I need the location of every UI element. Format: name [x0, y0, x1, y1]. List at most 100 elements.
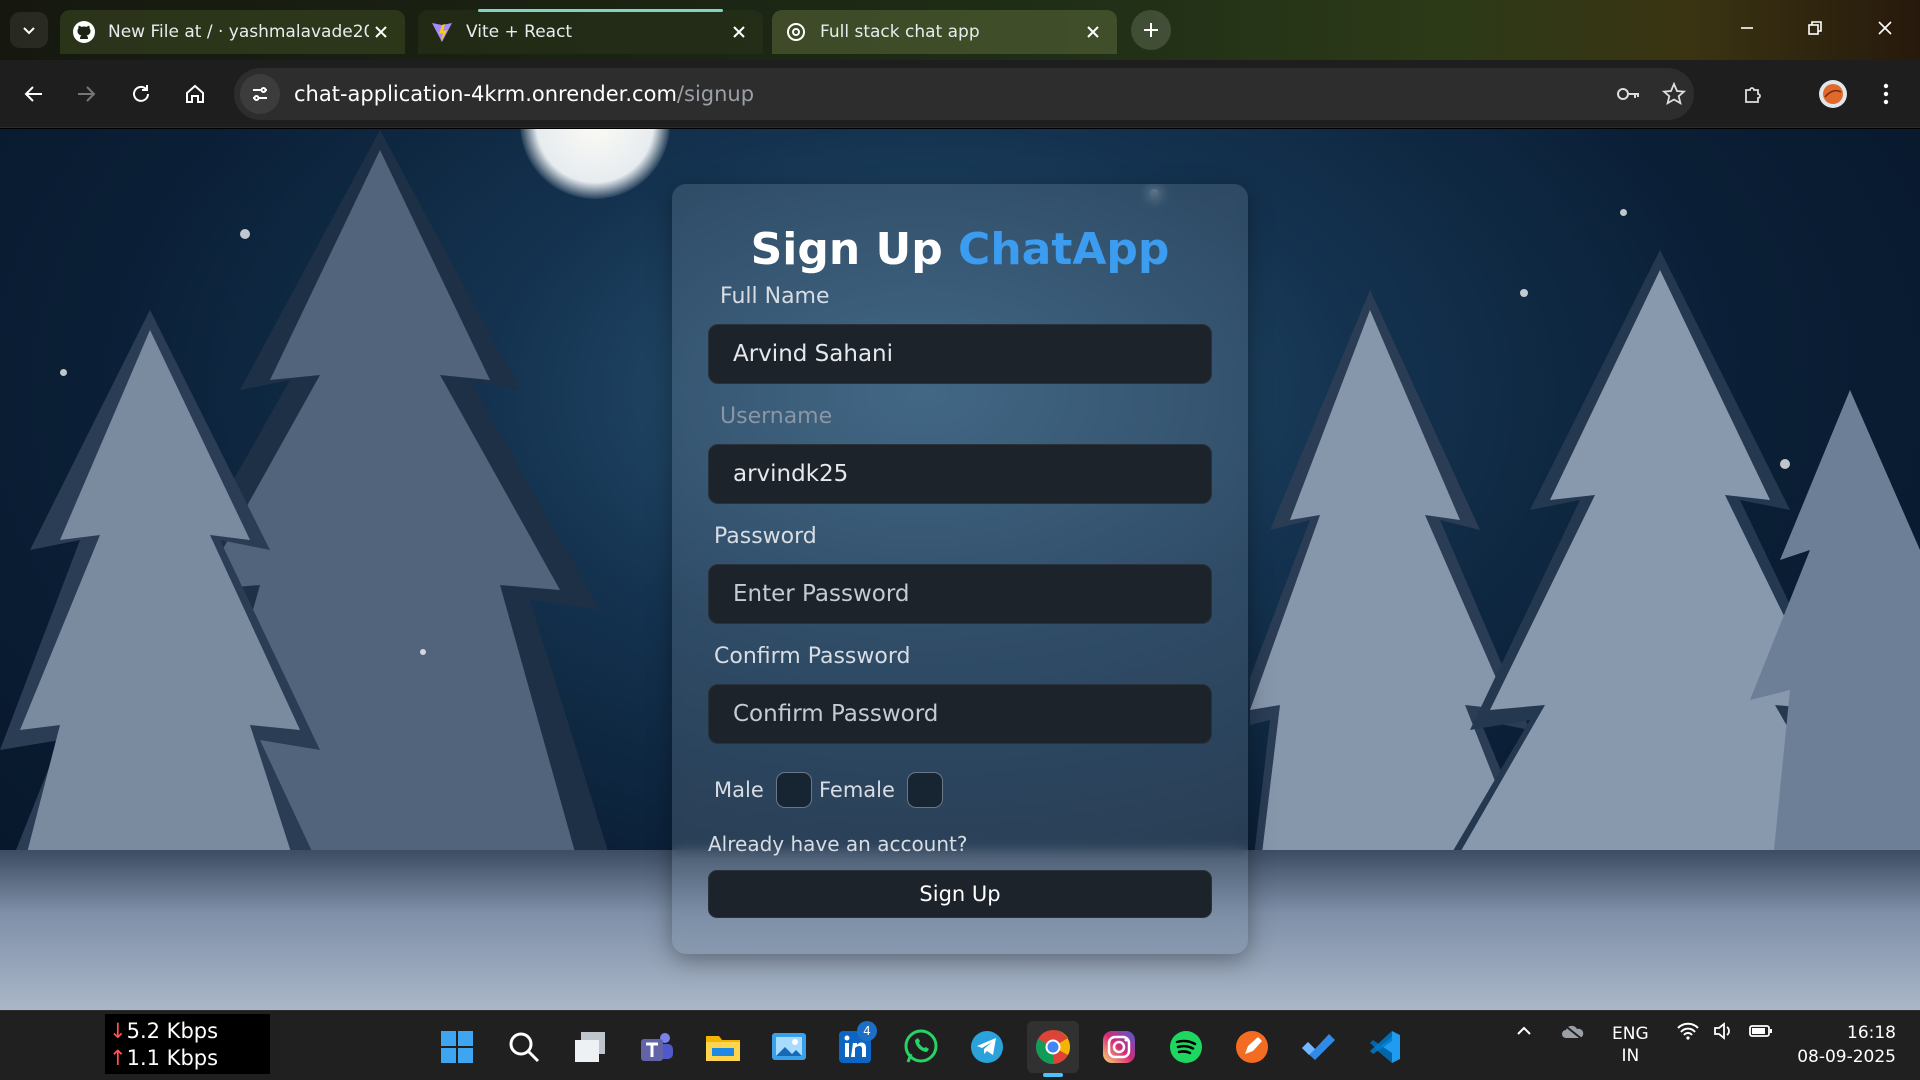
snowflake — [240, 229, 250, 239]
gender-male-option[interactable]: Male — [714, 772, 812, 808]
linkedin-button[interactable]: 4 — [829, 1021, 881, 1073]
onedrive-button[interactable] — [1560, 1021, 1586, 1048]
cloud-off-icon — [1562, 1023, 1584, 1041]
site-info-button[interactable] — [240, 74, 280, 114]
notification-badge: 4 — [857, 1021, 877, 1041]
page-title: Sign Up ChatApp — [672, 224, 1248, 275]
url-host: chat-application-4krm.onrender.com — [294, 82, 677, 106]
url-text: chat-application-4krm.onrender.com/signu… — [294, 82, 754, 106]
restore-button[interactable] — [1790, 8, 1840, 48]
wifi-button[interactable] — [1676, 1021, 1700, 1046]
username-label: Username — [720, 404, 833, 429]
task-view-button[interactable] — [564, 1021, 616, 1073]
confirm-password-field[interactable] — [708, 684, 1212, 744]
extensions-button[interactable] — [1734, 74, 1774, 114]
full-name-input[interactable] — [733, 341, 1211, 367]
show-hidden-icons-button[interactable] — [1514, 1021, 1534, 1046]
password-field[interactable] — [708, 564, 1212, 624]
battery-button[interactable] — [1748, 1021, 1774, 1046]
photos-icon — [772, 1033, 806, 1060]
new-tab-button[interactable] — [1131, 10, 1171, 50]
close-icon[interactable] — [1081, 20, 1105, 44]
tab-title: Full stack chat app — [820, 22, 980, 42]
gender-female-option[interactable]: Female — [819, 772, 943, 808]
username-field[interactable] — [708, 444, 1212, 504]
vite-icon — [432, 23, 452, 42]
todo-button[interactable] — [1292, 1021, 1344, 1073]
telegram-icon — [971, 1031, 1003, 1063]
search-button[interactable] — [498, 1021, 550, 1073]
instagram-icon — [1103, 1031, 1135, 1063]
tab-vite-react[interactable]: Vite + React — [418, 9, 763, 54]
spotify-icon — [1170, 1031, 1202, 1063]
upload-speed: ↑1.1 Kbps — [109, 1046, 219, 1070]
file-explorer-button[interactable] — [697, 1021, 749, 1073]
confirm-password-input[interactable] — [733, 701, 1211, 727]
tab-github[interactable]: New File at / · yashmalavade20 — [60, 10, 405, 54]
plus-icon — [1144, 23, 1158, 37]
photos-button[interactable] — [763, 1021, 815, 1073]
vscode-button[interactable] — [1358, 1021, 1410, 1073]
wifi-icon — [1677, 1022, 1699, 1040]
password-input[interactable] — [733, 581, 1211, 607]
time: 16:18 — [1847, 1023, 1896, 1043]
browser-menu-button[interactable] — [1866, 74, 1906, 114]
pen-app-icon — [1236, 1031, 1268, 1063]
telegram-button[interactable] — [961, 1021, 1013, 1073]
female-checkbox[interactable] — [906, 772, 943, 808]
username-input[interactable] — [733, 461, 1211, 487]
bookmark-button[interactable] — [1654, 74, 1694, 114]
chrome-button[interactable] — [1027, 1021, 1079, 1077]
signup-card: Sign Up ChatApp Full Name Username Passw… — [672, 184, 1248, 954]
male-checkbox[interactable] — [775, 772, 812, 808]
full-name-field[interactable] — [708, 324, 1212, 384]
puzzle-icon — [1745, 87, 1761, 103]
signup-button[interactable]: Sign Up — [708, 870, 1212, 918]
forward-button[interactable] — [66, 74, 106, 114]
windows-taskbar: ↓5.2 Kbps ↑1.1 Kbps 4 ENG IN 16:18 08-09… — [0, 1010, 1920, 1080]
minimize-icon — [1741, 27, 1753, 29]
teams-button[interactable] — [630, 1021, 682, 1073]
profile-button[interactable] — [1813, 74, 1853, 114]
file-explorer-icon — [706, 1036, 740, 1061]
windows-start-button[interactable] — [431, 1021, 483, 1073]
snowflake — [60, 369, 67, 376]
minimize-button[interactable] — [1722, 8, 1772, 48]
home-button[interactable] — [175, 74, 215, 114]
browser-tab-strip: New File at / · yashmalavade20 Vite + Re… — [0, 0, 1920, 60]
task-view-icon — [575, 1032, 605, 1062]
github-icon — [73, 21, 95, 43]
clock[interactable]: 16:18 08-09-2025 — [1786, 1021, 1896, 1069]
address-bar[interactable]: chat-application-4krm.onrender.com/signu… — [234, 68, 1694, 120]
snowy-trees-left-image — [0, 130, 620, 890]
battery-icon — [1749, 1025, 1772, 1037]
snowy-trees-right-image — [1250, 250, 1920, 890]
arrow-right-icon — [78, 86, 96, 102]
female-label: Female — [819, 778, 895, 802]
volume-icon — [1714, 1022, 1730, 1040]
tab-search-button[interactable] — [10, 12, 48, 48]
whatsapp-button[interactable] — [895, 1021, 947, 1073]
close-window-button[interactable] — [1860, 8, 1910, 48]
restore-icon — [1808, 21, 1822, 35]
instagram-button[interactable] — [1093, 1021, 1145, 1073]
chrome-icon — [1036, 1029, 1070, 1064]
male-label: Male — [714, 778, 764, 802]
close-icon[interactable] — [727, 20, 751, 44]
download-speed: ↓5.2 Kbps — [109, 1019, 219, 1043]
login-link[interactable]: Already have an account? — [708, 832, 967, 856]
tab-title: Vite + React — [466, 22, 573, 42]
back-button[interactable] — [14, 74, 54, 114]
close-icon[interactable] — [369, 20, 393, 44]
tab-full-stack-chat[interactable]: Full stack chat app — [772, 10, 1117, 54]
password-key-button[interactable] — [1608, 74, 1648, 114]
reload-button[interactable] — [121, 74, 161, 114]
confirm-password-label: Confirm Password — [714, 644, 911, 669]
language-indicator[interactable]: ENG IN — [1612, 1023, 1649, 1067]
volume-button[interactable] — [1712, 1021, 1736, 1046]
more-vertical-icon — [1883, 83, 1889, 105]
chevron-up-icon — [1517, 1026, 1531, 1035]
spotify-button[interactable] — [1160, 1021, 1212, 1073]
arrow-left-icon — [24, 86, 42, 102]
pen-app-button[interactable] — [1226, 1021, 1278, 1073]
